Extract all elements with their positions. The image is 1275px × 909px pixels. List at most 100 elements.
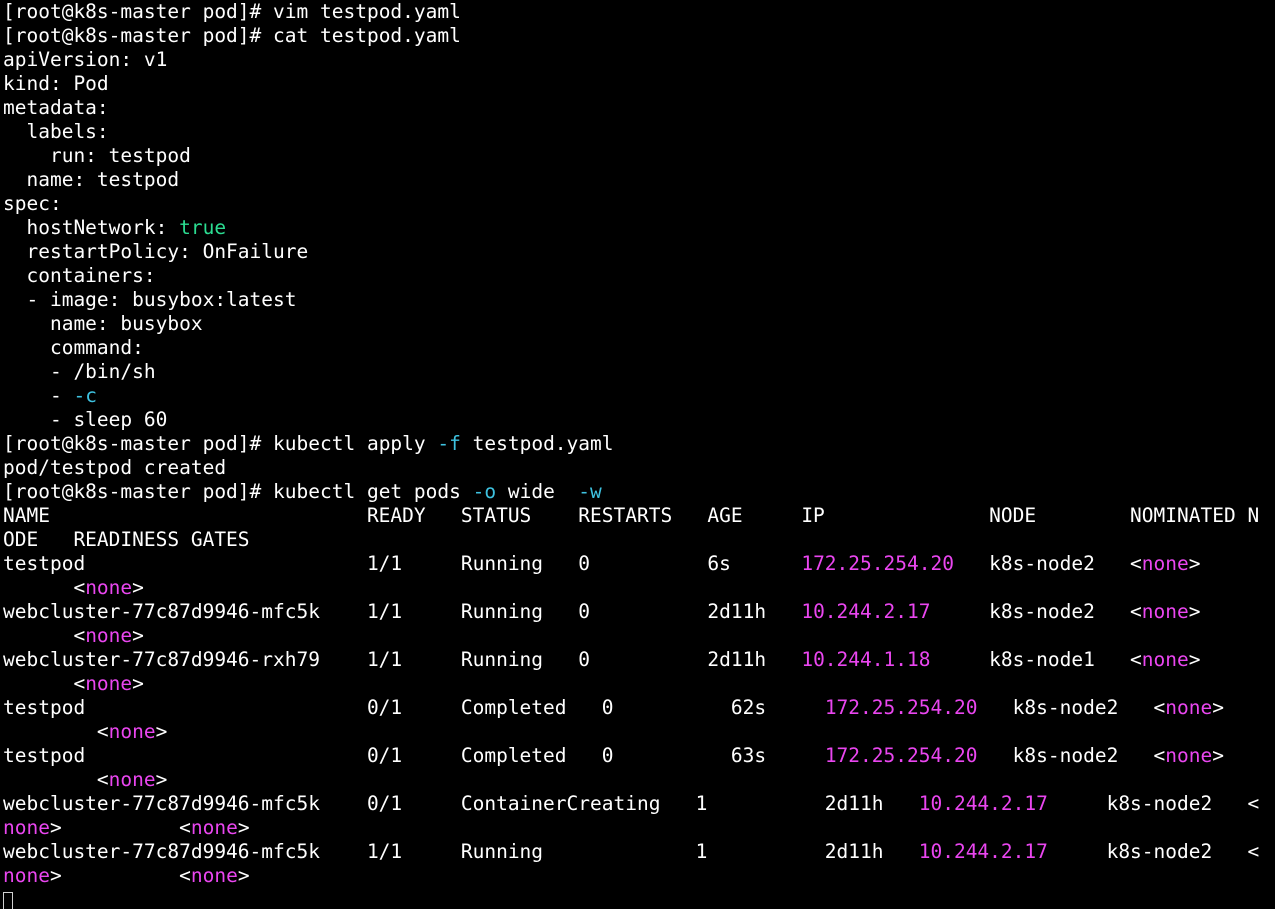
text: [root@k8s-master pod]# [3,432,274,455]
text: < [3,624,86,647]
text: - [3,384,74,407]
none-value: none [1165,744,1213,767]
text: k8s-node2 < [977,696,1166,719]
text: < [3,768,109,791]
command-flag: -o [472,480,497,503]
text: > [1212,696,1224,719]
command-text: vim testpod.yaml [273,0,461,23]
text: < [3,720,109,743]
none-value: none [1141,600,1189,623]
text: > [132,576,144,599]
none-value: none [108,720,156,743]
yaml-line: apiVersion: v1 [3,48,1275,72]
text: hostNetwork: [3,216,180,239]
prompt-line: [root@k8s-master pod]# kubectl get pods … [3,480,1275,504]
prompt-line: [root@k8s-master pod]# vim testpod.yaml [3,0,1275,24]
text: testpod 0/1 Completed 0 63s [3,744,825,767]
command-flag: -c [73,384,97,407]
table-row: <none> [3,768,1275,792]
yaml-line: spec: [3,192,1275,216]
text: > [155,768,168,791]
table-row: <none> [3,720,1275,744]
text: NAME READY STATUS RESTARTS AGE IP NODE N… [3,504,1260,527]
yaml-line: - -c [3,384,1275,408]
table-row: webcluster-77c87d9946-mfc5k 1/1 Running … [3,840,1275,864]
text: name: testpod [3,168,180,191]
command-text: cat testpod.yaml [273,24,461,47]
ip-address: 10.244.2.17 [801,600,931,623]
none-value: none [85,624,133,647]
text: pod/testpod created [3,456,227,479]
text: > [237,816,250,839]
prompt-line: [root@k8s-master pod]# cat testpod.yaml [3,24,1275,48]
text: ODE READINESS GATES [3,528,250,551]
table-row: webcluster-77c87d9946-mfc5k 1/1 Running … [3,600,1275,624]
text: labels: [3,120,109,143]
text: > < [49,816,191,839]
command-text: testpod.yaml [460,432,614,455]
none-value: none [3,816,50,839]
yaml-line: command: [3,336,1275,360]
text: > [1188,600,1201,623]
text: [root@k8s-master pod]# [3,0,274,23]
terminal-window[interactable]: [root@k8s-master pod]# vim testpod.yaml[… [3,0,1275,909]
text: k8s-node2 < [1047,840,1260,863]
none-value: none [85,672,133,695]
table-row: testpod 1/1 Running 0 6s 172.25.254.20 k… [3,552,1275,576]
table-row: testpod 0/1 Completed 0 63s 172.25.254.2… [3,744,1275,768]
yaml-line: - sleep 60 [3,408,1275,432]
text: testpod 0/1 Completed 0 62s [3,696,825,719]
text: k8s-node2 < [977,744,1166,767]
yaml-line: restartPolicy: OnFailure [3,240,1275,264]
text: run: testpod [3,144,191,167]
text: [root@k8s-master pod]# [3,24,274,47]
none-value: none [190,864,238,887]
text: < [3,672,86,695]
table-row: testpod 0/1 Completed 0 62s 172.25.254.2… [3,696,1275,720]
input-line[interactable] [3,888,1275,909]
none-value: none [85,576,133,599]
text: metadata: [3,96,109,119]
none-value: none [3,864,50,887]
text: > [132,624,144,647]
yaml-line: kind: Pod [3,72,1275,96]
text: testpod 1/1 Running 0 6s [3,552,802,575]
text: - image: busybox:latest [3,288,297,311]
yaml-line: - image: busybox:latest [3,288,1275,312]
ip-address: 172.25.254.20 [824,744,978,767]
ip-address: 10.244.1.18 [801,648,931,671]
text: > [237,864,250,887]
ip-address: 10.244.2.17 [918,792,1048,815]
text: webcluster-77c87d9946-mfc5k 1/1 Running … [3,840,919,863]
text: containers: [3,264,156,287]
text: command: [3,336,144,359]
text: [root@k8s-master pod]# [3,480,274,503]
none-value: none [1141,648,1189,671]
text: webcluster-77c87d9946-mfc5k 1/1 Running … [3,600,802,623]
yaml-line: hostNetwork: true [3,216,1275,240]
text: kind: Pod [3,72,109,95]
boolean-value: true [179,216,227,239]
yaml-line: metadata: [3,96,1275,120]
text: webcluster-77c87d9946-mfc5k 0/1 Containe… [3,792,919,815]
command-flag: -f [437,432,461,455]
text: name: busybox [3,312,203,335]
text: > [1212,744,1224,767]
ip-address: 10.244.2.17 [918,840,1048,863]
text: - sleep 60 [3,408,168,431]
text: > < [49,864,191,887]
prompt-line: [root@k8s-master pod]# kubectl apply -f … [3,432,1275,456]
text-cursor [3,892,13,909]
table-row: <none> [3,672,1275,696]
output-line: pod/testpod created [3,456,1275,480]
ip-address: 172.25.254.20 [824,696,978,719]
text: > [1188,648,1201,671]
text: k8s-node1 < [930,648,1142,671]
text: k8s-node2 < [1047,792,1260,815]
yaml-line: labels: [3,120,1275,144]
text: > [1188,552,1201,575]
text: k8s-node2 < [930,600,1142,623]
yaml-line: containers: [3,264,1275,288]
table-row: webcluster-77c87d9946-mfc5k 0/1 Containe… [3,792,1275,816]
yaml-line: name: busybox [3,312,1275,336]
